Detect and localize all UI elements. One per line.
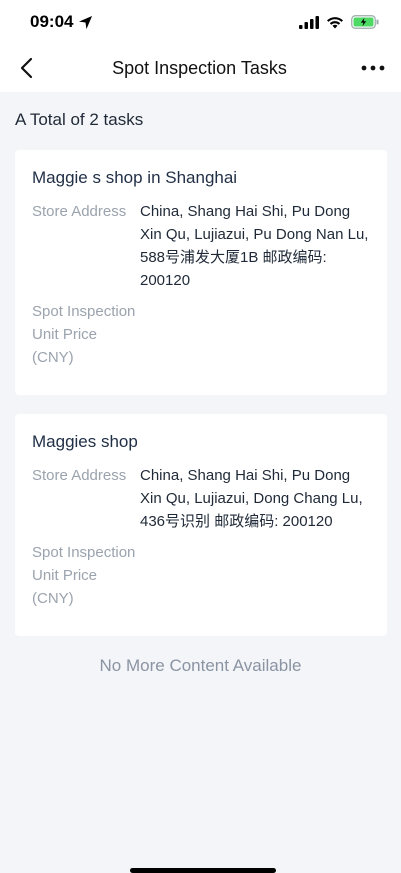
store-address-label: Store Address: [32, 467, 127, 484]
store-address-label: Store Address: [32, 203, 127, 220]
store-address-row: Store Address China, Shang Hai Shi, Pu D…: [32, 464, 370, 533]
back-button[interactable]: [12, 54, 40, 82]
shop-name: Maggies shop: [32, 432, 138, 451]
store-address-row: Store Address China, Shang Hai Shi, Pu D…: [32, 200, 370, 292]
more-options-button[interactable]: [359, 54, 387, 82]
task-card[interactable]: Maggie s shop in Shanghai Store Address …: [15, 150, 387, 395]
nav-bar: Spot Inspection Tasks: [0, 44, 401, 92]
store-address-value: China, Shang Hai Shi, Pu Dong Xin Qu, Lu…: [140, 203, 369, 289]
battery-charging-icon: [351, 15, 379, 29]
clock-text: 09:04: [30, 12, 74, 31]
location-arrow-icon: [79, 15, 93, 29]
store-address-value: China, Shang Hai Shi, Pu Dong Xin Qu, Lu…: [140, 467, 363, 530]
chevron-left-icon: [20, 57, 33, 79]
unit-price-label: Spot Inspection Unit Price (CNY): [32, 303, 136, 366]
task-count-summary: A Total of 2 tasks: [15, 110, 144, 129]
signal-icon: [299, 15, 319, 29]
unit-price-row: Spot Inspection Unit Price (CNY): [32, 541, 370, 610]
wifi-icon: [327, 16, 343, 28]
end-of-list-message: No More Content Available: [99, 656, 302, 675]
status-icons: [299, 15, 379, 29]
unit-price-label: Spot Inspection Unit Price (CNY): [32, 544, 136, 607]
task-card[interactable]: Maggies shop Store Address China, Shang …: [15, 414, 387, 636]
status-time: 09:04: [30, 12, 93, 32]
unit-price-value: [140, 300, 370, 369]
home-indicator[interactable]: [130, 868, 276, 873]
page-title: Spot Inspection Tasks: [112, 57, 287, 78]
unit-price-value: [140, 541, 370, 610]
more-horizontal-icon: [361, 65, 385, 71]
unit-price-row: Spot Inspection Unit Price (CNY): [32, 300, 370, 369]
shop-name: Maggie s shop in Shanghai: [32, 168, 238, 187]
status-bar: 09:04: [0, 0, 401, 44]
